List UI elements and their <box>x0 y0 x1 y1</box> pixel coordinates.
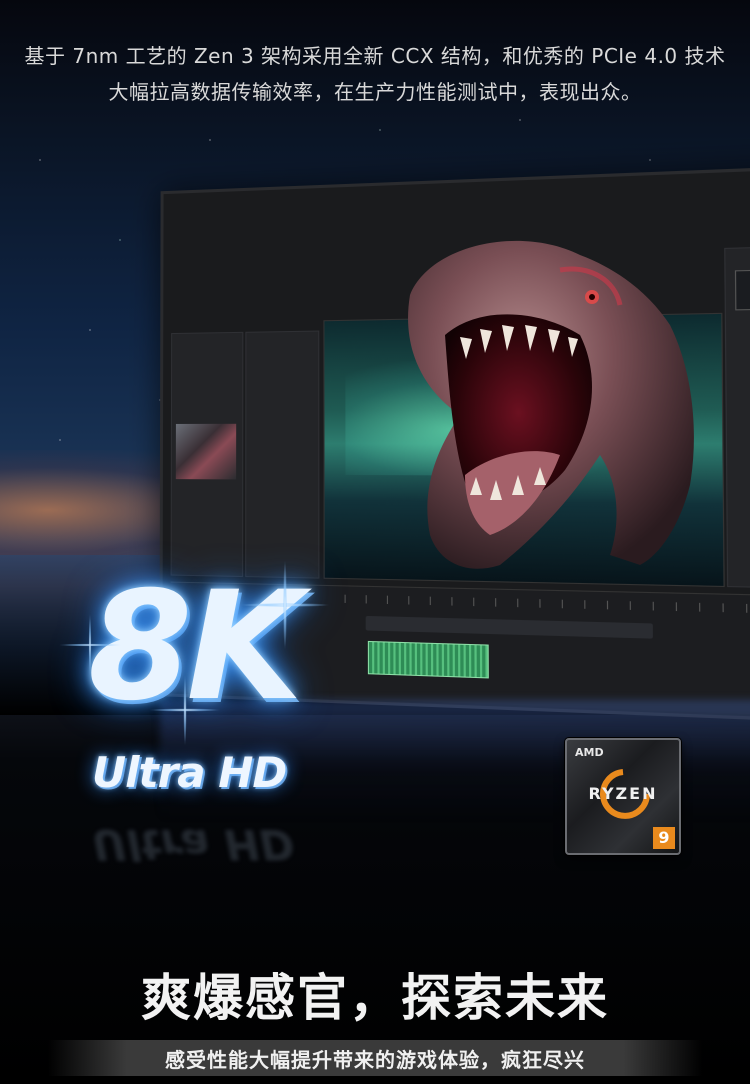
ultra-hd-reflection: Ultra HD <box>92 820 295 869</box>
promo-page: 基于 7nm 工艺的 Zen 3 架构采用全新 CCX 结构，和优秀的 PCIe… <box>0 0 750 1084</box>
effect-thumbnail <box>734 269 750 311</box>
dinosaur-illustration <box>408 240 694 569</box>
ryzen-wordmark: RYZEN <box>588 784 658 803</box>
source-panel <box>245 330 320 579</box>
effects-panel <box>724 245 750 589</box>
slogan-heading: 爽爆感官，探索未来 <box>141 969 609 1027</box>
8k-title: 8K <box>88 560 303 734</box>
ultra-hd-label: Ultra HD <box>92 748 287 797</box>
header-line-2: 大幅拉高数据传输效率，在生产力性能测试中，表现出众。 <box>108 80 642 104</box>
audio-clip <box>367 640 489 679</box>
subtitle-text: 感受性能大幅提升带来的游戏体验，疯狂尽兴 <box>165 1048 585 1072</box>
timeline-ruler <box>344 594 750 614</box>
clip-thumbnail <box>175 423 237 480</box>
ryzen-logo-icon: AMD RYZEN 9 <box>565 738 681 855</box>
header-line-1: 基于 7nm 工艺的 Zen 3 架构采用全新 CCX 结构，和优秀的 PCIe… <box>24 44 726 68</box>
ryzen-tier: 9 <box>653 827 675 849</box>
project-panel <box>170 331 244 578</box>
timeline-track <box>365 615 653 639</box>
amd-brand: AMD <box>575 746 604 759</box>
